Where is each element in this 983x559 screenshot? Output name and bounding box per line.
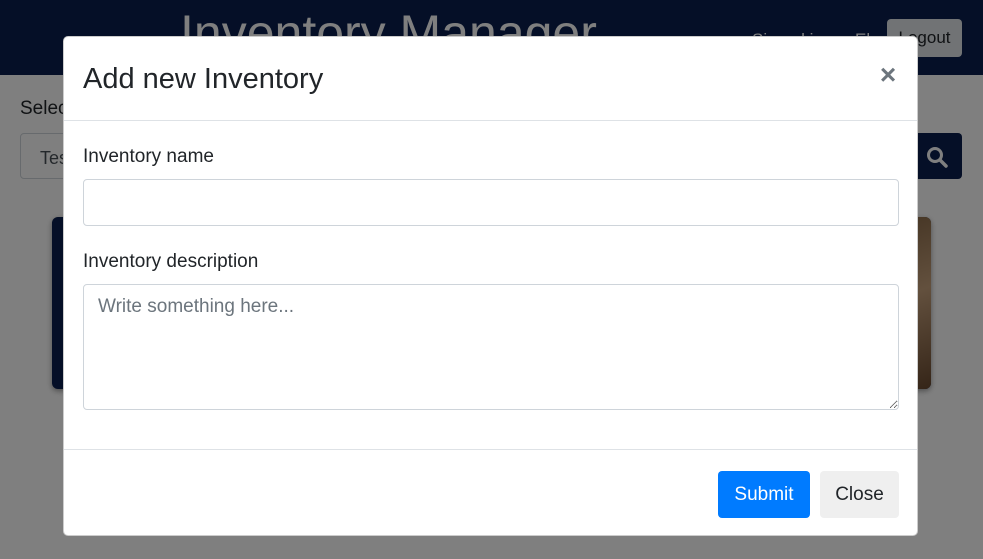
inventory-name-label: Inventory name (83, 146, 214, 167)
add-inventory-modal: Add new Inventory × Inventory name Inven… (63, 36, 918, 536)
submit-button[interactable]: Submit (718, 471, 810, 518)
close-button[interactable]: Close (820, 471, 899, 518)
close-icon[interactable]: × (876, 61, 900, 89)
modal-footer: Submit Close (64, 449, 917, 535)
inventory-description-input[interactable] (83, 284, 899, 410)
modal-header: Add new Inventory × (64, 37, 917, 121)
inventory-description-label: Inventory description (83, 251, 259, 272)
inventory-name-input[interactable] (83, 179, 899, 226)
modal-title: Add new Inventory (83, 63, 324, 95)
